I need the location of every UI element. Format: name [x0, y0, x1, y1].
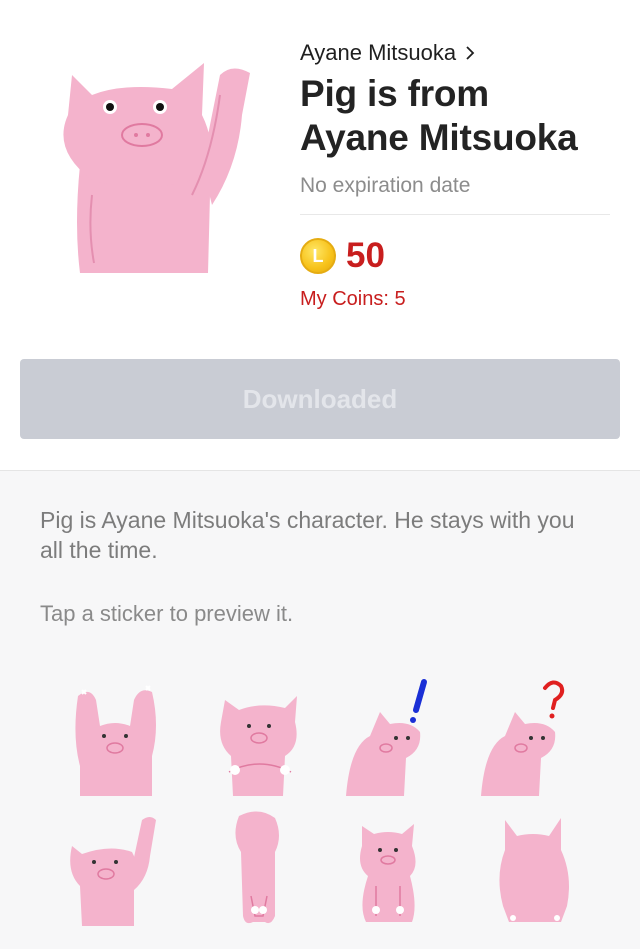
- sticker-sitting[interactable]: [340, 806, 470, 931]
- author-link[interactable]: Ayane Mitsuoka: [300, 40, 478, 66]
- sticker-info: Ayane Mitsuoka Pig is from Ayane Mitsuok…: [300, 40, 610, 198]
- sticker-back-view[interactable]: [475, 806, 605, 931]
- sticker-details: Pig is Ayane Mitsuoka's character. He st…: [0, 470, 640, 949]
- sticker-bowing[interactable]: [205, 806, 335, 931]
- chevron-right-icon: [466, 46, 475, 60]
- price-amount: 50: [346, 236, 385, 275]
- main-sticker-image[interactable]: [52, 55, 262, 275]
- author-name: Ayane Mitsuoka: [300, 40, 457, 65]
- my-coins-balance: My Coins: 5: [300, 288, 406, 310]
- downloaded-button[interactable]: Downloaded: [20, 359, 620, 439]
- price-row: L 50: [300, 236, 385, 276]
- sticker-waving[interactable]: [60, 806, 190, 931]
- sticker-side-question[interactable]: [475, 676, 605, 801]
- divider: [300, 214, 610, 215]
- title-line-2: Ayane Mitsuoka: [300, 117, 578, 158]
- sticker-description: Pig is Ayane Mitsuoka's character. He st…: [40, 507, 575, 563]
- expiration-text: No expiration date: [300, 174, 471, 197]
- title-line-1: Pig is from: [300, 73, 489, 114]
- sticker-arms-crossed[interactable]: [205, 676, 335, 801]
- sticker-title: Pig is from Ayane Mitsuoka: [300, 72, 610, 160]
- sticker-arms-up[interactable]: [60, 676, 190, 801]
- sticker-header: Ayane Mitsuoka Pig is from Ayane Mitsuok…: [0, 0, 640, 470]
- preview-hint: Tap a sticker to preview it.: [40, 601, 294, 626]
- coin-icon: L: [300, 238, 336, 274]
- sticker-side-exclaim[interactable]: [340, 676, 470, 801]
